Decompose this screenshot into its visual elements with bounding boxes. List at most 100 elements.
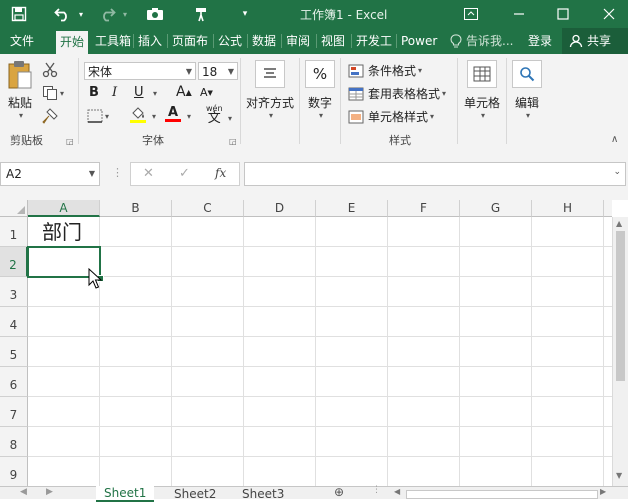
customize-icon[interactable]: ▾ [238,4,252,24]
conditional-format-button[interactable]: 条件格式 ▾ [348,62,422,79]
tab-page-layout[interactable]: 页面布 [172,28,208,54]
shrink-font-button[interactable]: A ▼ [200,86,213,99]
insert-function-icon[interactable]: fx [215,166,226,180]
font-color-dropdown-icon[interactable]: ▾ [187,112,191,121]
row-header-2[interactable]: 2 [0,247,28,277]
column-header-h[interactable]: H [532,200,604,217]
row-header-1[interactable]: 1 [0,217,28,247]
format-painter-icon[interactable] [190,4,212,24]
font-launcher-icon[interactable]: ◲ [229,137,237,146]
phonetic-dropdown-icon[interactable]: ▾ [228,114,232,123]
login-link[interactable]: 登录 [528,28,552,54]
tab-formulas[interactable]: 公式 [218,28,242,54]
minimize-icon[interactable] [508,4,530,24]
grow-font-button[interactable]: A ▲ [176,84,192,100]
camera-icon[interactable] [144,4,166,24]
row-header-6[interactable]: 6 [0,367,28,397]
hscroll-right-icon[interactable]: ▶ [600,487,606,496]
row-header-5[interactable]: 5 [0,337,28,367]
column-header-i[interactable] [604,200,612,217]
conditional-format-dropdown-icon: ▾ [418,66,423,75]
editing-button[interactable]: 编辑 ▾ [511,60,543,120]
new-sheet-icon[interactable]: ⊕ [334,485,344,499]
tab-review[interactable]: 审阅 [286,28,310,54]
row-header-8[interactable]: 8 [0,427,28,457]
column-header-d[interactable]: D [244,200,316,217]
confirm-entry-icon[interactable]: ✓ [179,166,190,181]
close-icon[interactable] [598,4,620,24]
tab-split-icon[interactable]: ⋮ [372,485,381,495]
sheet-tab-sheet3[interactable]: Sheet3 [234,487,292,501]
undo-dropdown-icon[interactable]: ▾ [76,4,86,24]
font-size-combo[interactable]: 18 ▼ [198,62,238,80]
row-header-7[interactable]: 7 [0,397,28,427]
row-header-9[interactable]: 9 [0,457,28,486]
row-header-4[interactable]: 4 [0,307,28,337]
italic-button[interactable]: I [112,85,117,100]
format-painter-button[interactable] [42,108,58,124]
formula-bar-splitter-icon[interactable]: ⋮ [112,166,123,179]
number-button[interactable]: % 数字 ▾ [304,60,336,120]
expand-formula-icon[interactable]: ⌄ [613,167,621,177]
cells-button[interactable]: 单元格 ▾ [462,60,502,120]
row-header-3[interactable]: 3 [0,277,28,307]
format-as-table-button[interactable]: 套用表格格式 ▾ [348,85,446,102]
sheet-tab-sheet2[interactable]: Sheet2 [166,487,224,501]
cut-button[interactable] [42,62,58,78]
underline-button[interactable]: U [134,85,144,100]
sheet-scroll-left-icon[interactable]: ◀ [20,487,27,497]
name-box-dropdown-icon[interactable]: ▼ [89,163,95,185]
vertical-scroll-thumb[interactable] [616,231,625,381]
column-header-f[interactable]: F [388,200,460,217]
hscroll-left-icon[interactable]: ◀ [394,487,400,496]
vertical-scrollbar[interactable]: ▲ ▼ [612,217,628,486]
cell-styles-button[interactable]: 单元格样式 ▾ [348,108,434,125]
column-header-c[interactable]: C [172,200,244,217]
worksheet-grid[interactable]: A B C D E F G H 1 2 3 4 5 6 7 8 9 部门 [0,200,612,486]
tab-home[interactable]: 开始 [56,31,88,54]
paint-bucket-icon [132,107,144,119]
clipboard-launcher-icon[interactable]: ◲ [66,137,74,146]
borders-button[interactable]: ▾ [87,109,109,123]
name-box[interactable]: A2 ▼ [0,162,100,186]
tab-developer[interactable]: 开发工 [356,28,392,54]
save-icon[interactable] [8,4,30,24]
tell-me-box[interactable]: 告诉我... [450,28,513,54]
alignment-button[interactable]: 对齐方式 ▾ [246,60,294,120]
redo-icon[interactable] [96,4,118,24]
column-header-e[interactable]: E [316,200,388,217]
cancel-entry-icon[interactable]: ✕ [143,166,154,181]
undo-icon[interactable] [52,4,74,24]
redo-dropdown-icon[interactable]: ▾ [120,4,130,24]
tab-view[interactable]: 视图 [321,28,345,54]
tab-data[interactable]: 数据 [252,28,276,54]
maximize-icon[interactable] [552,4,574,24]
cell-a1[interactable]: 部门 [28,217,100,247]
underline-dropdown-icon[interactable]: ▾ [153,89,157,98]
formula-buttons: ✕ ✓ fx [130,162,240,186]
scroll-up-icon[interactable]: ▲ [616,219,622,228]
fill-color-dropdown-icon[interactable]: ▾ [152,112,156,121]
select-all-corner[interactable] [0,200,28,217]
paste-button[interactable]: 粘贴 ▾ [5,60,35,120]
tab-toolbox[interactable]: 工具箱 [95,28,131,54]
sheet-scroll-right-icon[interactable]: ▶ [46,487,53,497]
collapse-ribbon-icon[interactable]: ∧ [611,134,618,145]
column-header-g[interactable]: G [460,200,532,217]
formula-input[interactable]: ⌄ [244,162,626,186]
phonetic-button[interactable]: wén 文 [206,104,223,125]
fill-color-button[interactable] [130,107,146,123]
tab-power[interactable]: Power [401,28,437,54]
column-header-b[interactable]: B [100,200,172,217]
share-button[interactable]: 共享 [562,28,628,54]
ribbon-display-icon[interactable] [460,4,482,24]
copy-button[interactable]: ▾ [42,85,64,101]
font-color-button[interactable]: A [165,106,181,122]
scroll-down-icon[interactable]: ▼ [616,471,622,480]
bold-button[interactable]: B [89,85,99,100]
sheet-tab-sheet1[interactable]: Sheet1 [96,486,155,502]
tab-file[interactable]: 文件 [10,28,34,54]
font-name-combo[interactable]: 宋体 ▼ [84,62,196,80]
tab-insert[interactable]: 插入 [138,28,162,54]
column-header-a[interactable]: A [28,200,100,217]
